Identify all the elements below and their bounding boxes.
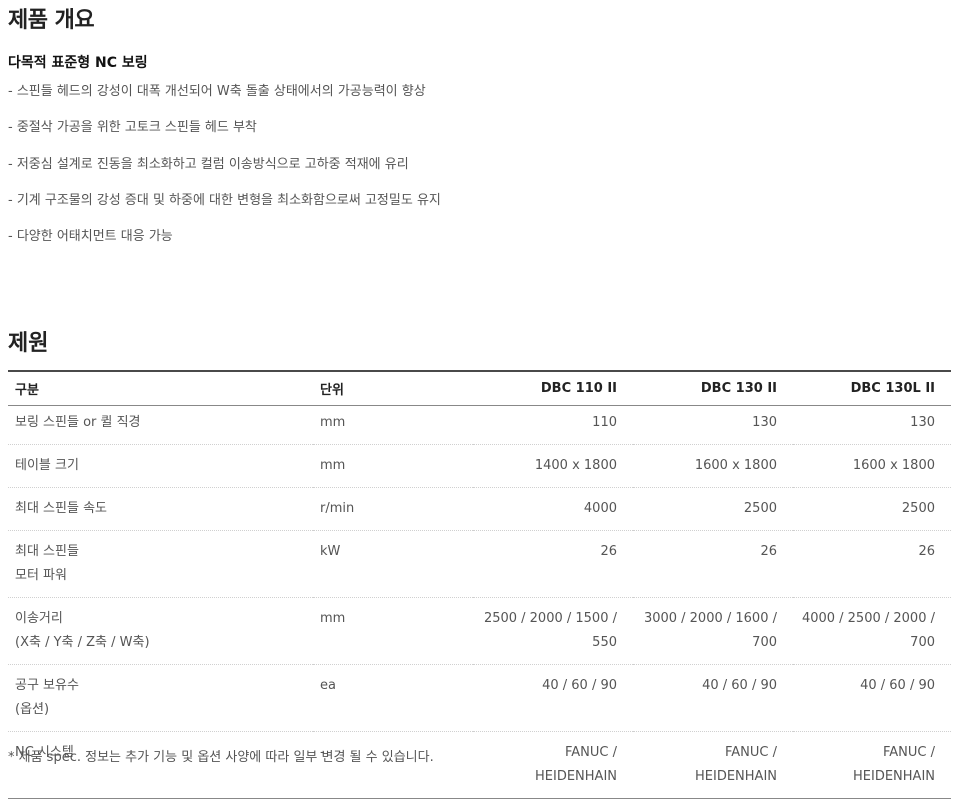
row-value-dbc110: 1400 x 1800 <box>473 444 633 488</box>
feature-item: - 중절삭 가공을 위한 고토크 스핀들 헤드 부착 <box>8 120 257 136</box>
product-page: 제품 개요 다목적 표준형 NC 보링 - 스핀들 헤드의 강성이 대폭 개선되… <box>0 0 964 799</box>
row-name: 최대 스핀들 속도 <box>8 487 313 531</box>
table-row: 최대 스핀들 속도 r/min 4000 2500 2500 <box>8 487 951 531</box>
row-value-dbc130l: 1600 x 1800 <box>793 444 951 488</box>
table-row: 테이블 크기 mm 1400 x 1800 1600 x 1800 1600 x 180… <box>8 444 951 488</box>
row-value-dbc110: 110 <box>473 405 633 445</box>
header-category: 구분 <box>8 370 313 406</box>
row-unit: ea <box>313 664 473 732</box>
spec-note: * 제품 spec. 정보는 추가 기능 및 옵션 사양에 따라 일부 변경 될… <box>8 750 434 765</box>
row-value-dbc110: 4000 <box>473 487 633 531</box>
row-value-dbc130: 2500 <box>633 487 793 531</box>
row-value-dbc130l: 2500 <box>793 487 951 531</box>
row-value-dbc130l: 26 <box>793 530 951 598</box>
spec-header-row: 구분 단위 DBC 110 II DBC 130 II DBC 130L II <box>8 370 951 406</box>
row-value-dbc130l: 40 / 60 / 90 <box>793 664 951 732</box>
row-value-dbc130: 1600 x 1800 <box>633 444 793 488</box>
table-row: 최대 스핀들 모터 파워 kW 26 26 26 <box>8 530 951 598</box>
table-row: 보링 스핀들 or 퀼 직경 mm 110 130 130 <box>8 405 951 445</box>
header-model-dbc110: DBC 110 II <box>473 370 633 406</box>
row-value-dbc130: 130 <box>633 405 793 445</box>
row-value-dbc130l: 130 <box>793 405 951 445</box>
row-value-dbc130: 3000 / 2000 / 1600 / 700 <box>633 597 793 665</box>
row-name: 이송거리 (X축 / Y축 / Z축 / W축) <box>8 597 313 665</box>
feature-item: - 저중심 설계로 진동을 최소화하고 컬럼 이송방식으로 고하중 적재에 유리 <box>8 156 409 172</box>
row-name: 보링 스핀들 or 퀼 직경 <box>8 405 313 445</box>
spec-title: 제원 <box>8 331 49 356</box>
row-value-dbc130: FANUC / HEIDENHAIN <box>633 731 793 799</box>
header-model-dbc130: DBC 130 II <box>633 370 793 406</box>
row-value-dbc130l: FANUC / HEIDENHAIN <box>793 731 951 799</box>
overview-title: 제품 개요 <box>8 8 95 33</box>
row-value-dbc130l: 4000 / 2500 / 2000 / 700 <box>793 597 951 665</box>
feature-item: - 기계 구조물의 강성 증대 및 하중에 대한 변형을 최소화함으로써 고정밀… <box>8 192 441 208</box>
row-name: 최대 스핀들 모터 파워 <box>8 530 313 598</box>
row-name: 공구 보유수 (옵션) <box>8 664 313 732</box>
row-value-dbc130: 40 / 60 / 90 <box>633 664 793 732</box>
feature-item: - 다양한 어태치먼트 대응 가능 <box>8 229 173 245</box>
row-unit: - <box>313 731 473 799</box>
row-unit: mm <box>313 597 473 665</box>
row-value-dbc110: FANUC / HEIDENHAIN <box>473 731 633 799</box>
table-row: 공구 보유수 (옵션) ea 40 / 60 / 90 40 / 60 / 90 40 … <box>8 664 951 732</box>
spec-table: 구분 단위 DBC 110 II DBC 130 II DBC 130L II … <box>8 370 951 799</box>
feature-list: - 스핀들 헤드의 강성이 대폭 개선되어 W축 돌출 상태에서의 가공능력이 … <box>8 83 441 264</box>
spec-table-body: 보링 스핀들 or 퀼 직경 mm 110 130 130 테이블 크기 mm 1400 x … <box>8 405 951 799</box>
header-model-dbc130l: DBC 130L II <box>793 370 951 406</box>
row-name: NC 시스템 <box>8 731 313 799</box>
row-unit: mm <box>313 444 473 488</box>
row-value-dbc110: 40 / 60 / 90 <box>473 664 633 732</box>
row-name: 테이블 크기 <box>8 444 313 488</box>
row-unit: r/min <box>313 487 473 531</box>
table-row: 이송거리 (X축 / Y축 / Z축 / W축) mm 2500 / 2000 / … <box>8 597 951 665</box>
row-value-dbc110: 26 <box>473 530 633 598</box>
row-value-dbc130: 26 <box>633 530 793 598</box>
table-row: NC 시스템 - FANUC / HEIDENHAIN FANUC / HEIDENH… <box>8 731 951 799</box>
header-unit: 단위 <box>313 370 473 406</box>
row-unit: kW <box>313 530 473 598</box>
row-unit: mm <box>313 405 473 445</box>
row-value-dbc110: 2500 / 2000 / 1500 / 550 <box>473 597 633 665</box>
overview-subtitle: 다목적 표준형 NC 보링 <box>8 55 148 71</box>
feature-item: - 스핀들 헤드의 강성이 대폭 개선되어 W축 돌출 상태에서의 가공능력이 … <box>8 84 426 99</box>
